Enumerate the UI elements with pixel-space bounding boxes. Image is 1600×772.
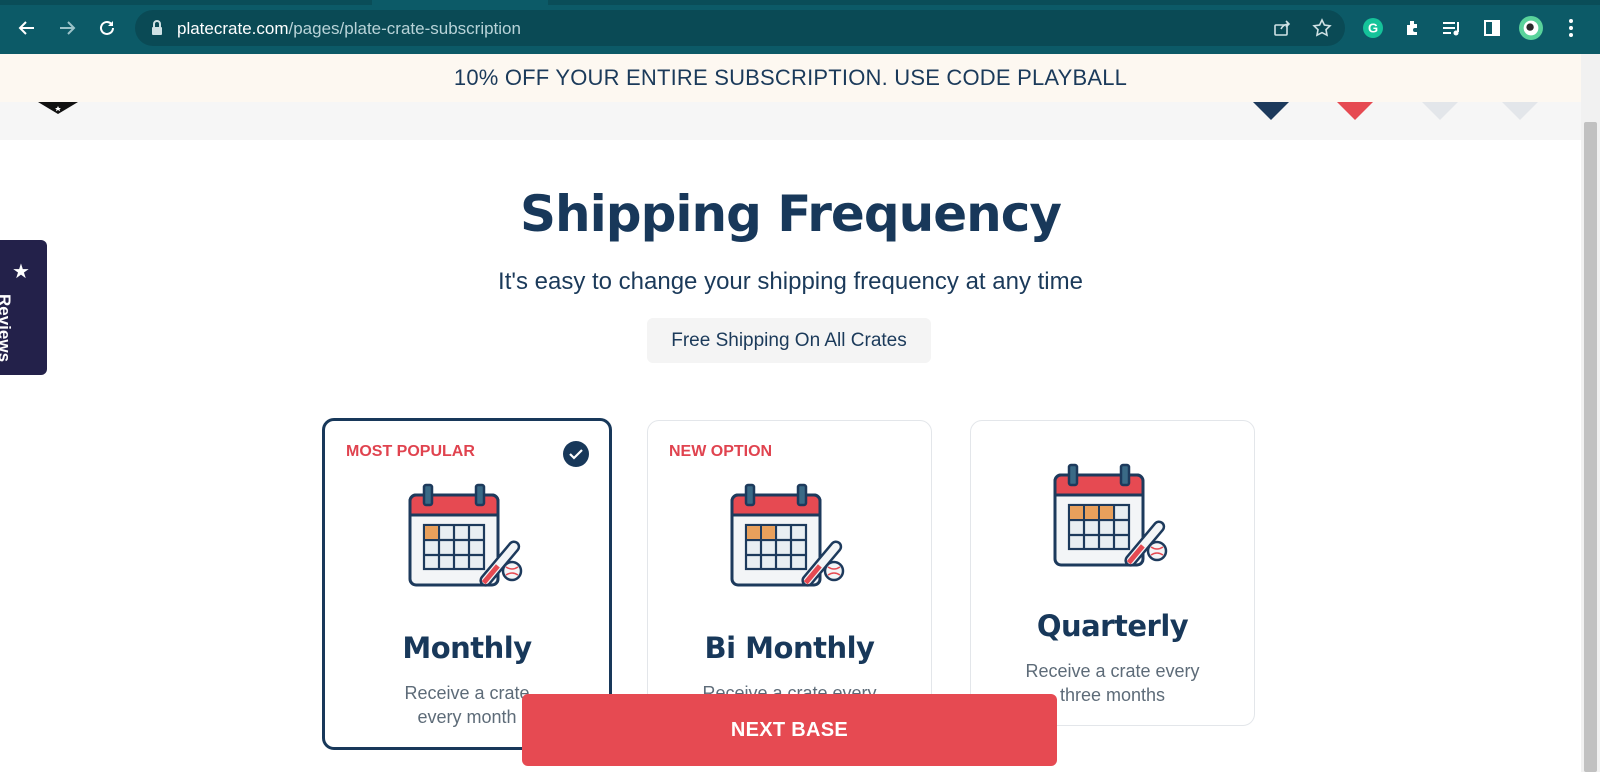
browser-toolbar: platecrate.com/pages/plate-crate-subscri… [0, 0, 1600, 54]
url-host: platecrate.com [177, 19, 289, 38]
plan-title: Quarterly [1036, 609, 1189, 643]
url-text[interactable]: platecrate.com/pages/plate-crate-subscri… [177, 19, 521, 39]
media-icon[interactable] [1440, 16, 1464, 40]
scrollbar-thumb[interactable] [1584, 122, 1597, 772]
lock-icon[interactable] [147, 18, 167, 38]
calendar-bat-icon [1053, 463, 1168, 567]
plan-badge: NEW OPTION [669, 443, 773, 460]
announcement-bar: 10% OFF YOUR ENTIRE SUBSCRIPTION. USE CO… [0, 54, 1581, 102]
page-subtitle: It's easy to change your shipping freque… [498, 268, 1083, 295]
step-progress [0, 102, 1581, 140]
page-title: Shipping Frequency [520, 185, 1062, 243]
svg-text:G: G [1368, 21, 1378, 36]
step-marker-2 [1337, 102, 1373, 120]
announcement-text: 10% OFF YOUR ENTIRE SUBSCRIPTION. USE CO… [453, 65, 1128, 90]
address-bar[interactable]: platecrate.com/pages/plate-crate-subscri… [135, 10, 1345, 46]
step-marker-1 [1253, 102, 1289, 120]
page-scrollbar[interactable] [1581, 54, 1600, 772]
plan-badge: MOST POPULAR [346, 443, 475, 460]
url-path: /pages/plate-crate-subscription [288, 19, 521, 38]
plan-card-bi-monthly[interactable]: NEW OPTION Bi Monthly Receive a crate ev… [647, 420, 932, 727]
plan-title: Monthly [402, 631, 532, 665]
menu-icon[interactable] [1559, 16, 1583, 40]
star-icon: ★ [12, 261, 30, 283]
reviews-label: Reviews [0, 294, 14, 363]
star-icon[interactable] [1312, 18, 1332, 38]
share-icon[interactable] [1272, 18, 1292, 38]
grammarly-icon[interactable]: G [1361, 16, 1385, 40]
active-tab[interactable] [372, 0, 548, 5]
check-icon [563, 441, 589, 467]
home-step-icon[interactable] [38, 102, 78, 116]
step-marker-3 [1422, 102, 1458, 120]
next-base-button[interactable]: NEXT BASE [522, 694, 1057, 766]
free-shipping-badge: Free Shipping On All Crates [647, 318, 931, 363]
side-panel-icon[interactable] [1480, 16, 1504, 40]
tab-strip [0, 0, 1600, 5]
extensions-icon[interactable] [1401, 16, 1425, 40]
calendar-bat-icon [730, 483, 845, 587]
step-marker-4 [1502, 102, 1538, 120]
reviews-tab[interactable]: ★ Reviews [0, 240, 47, 375]
reload-icon[interactable] [93, 14, 121, 42]
back-icon[interactable] [13, 14, 41, 42]
plan-card-quarterly[interactable]: Quarterly Receive a crate every three mo… [970, 420, 1255, 726]
forward-icon[interactable] [53, 14, 81, 42]
profile-icon[interactable] [1519, 16, 1543, 40]
plan-title: Bi Monthly [704, 631, 875, 665]
calendar-bat-icon [408, 483, 523, 587]
